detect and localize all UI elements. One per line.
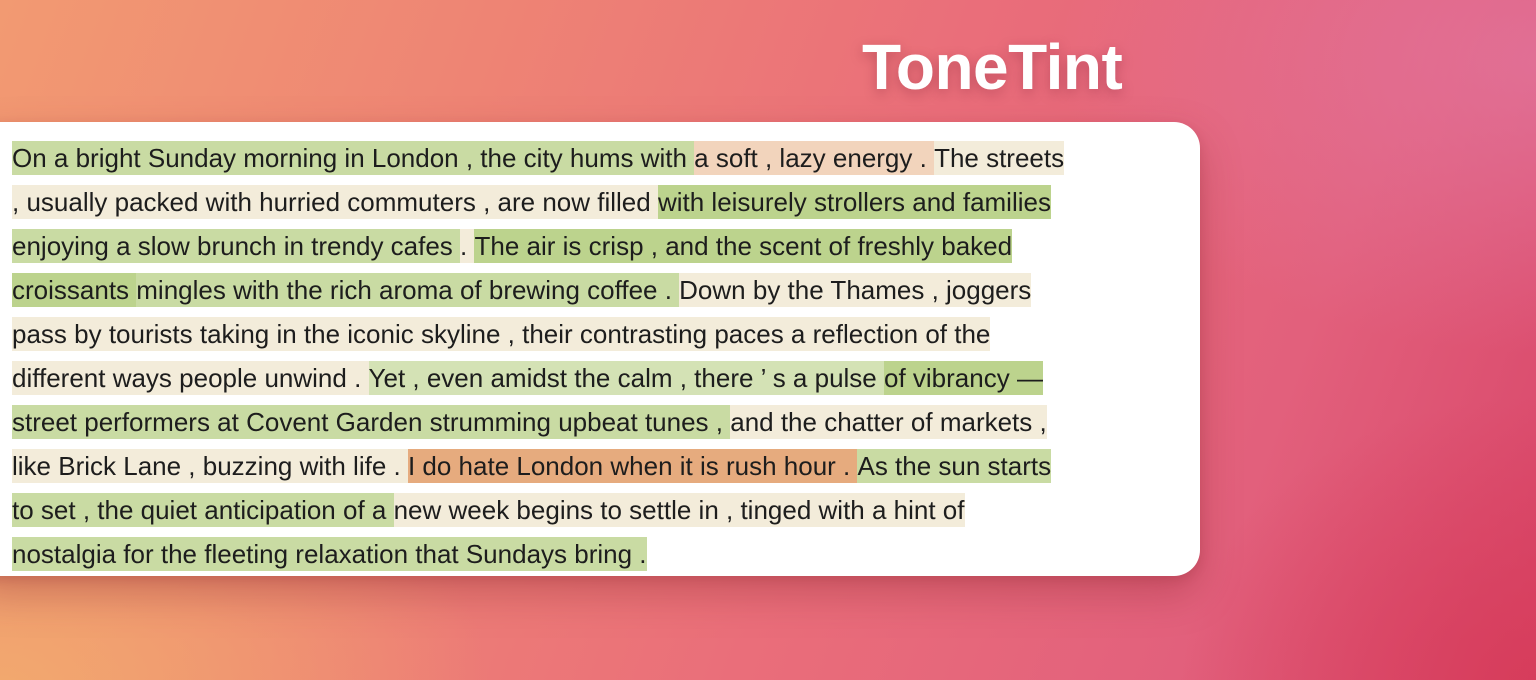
- text-line: to set , the quiet anticipation of a new…: [12, 486, 1200, 530]
- tone-highlight-pos2[interactable]: of vibrancy —: [884, 361, 1043, 396]
- analyzed-text-card[interactable]: On a bright Sunday morning in London , t…: [0, 122, 1200, 576]
- text-line: street performers at Covent Garden strum…: [12, 398, 1200, 442]
- tone-highlight-neutral[interactable]: , usually packed with hurried commuters …: [12, 185, 658, 220]
- tone-highlight-neutral[interactable]: and the chatter of markets ,: [730, 405, 1047, 440]
- tone-highlight-neutral[interactable]: The streets: [934, 141, 1065, 176]
- tone-highlight-neg2[interactable]: I do hate London when it is rush hour .: [407, 449, 858, 484]
- tone-highlight-pos1[interactable]: As the sun starts: [857, 449, 1052, 484]
- tone-highlight-neg1[interactable]: a soft , lazy energy .: [694, 141, 935, 176]
- app-title: ToneTint: [862, 31, 1123, 103]
- tone-highlight-pos1[interactable]: to set , the quiet anticipation of a: [12, 493, 394, 528]
- tone-highlight-pos1[interactable]: nostalgia for the fleeting relaxation th…: [12, 537, 647, 572]
- tone-highlight-pos1[interactable]: mingles with the rich aroma of brewing c…: [136, 273, 680, 308]
- tone-highlight-pos3[interactable]: Yet , even amidst the calm , there ’ s a…: [368, 361, 884, 396]
- tone-highlight-neutral[interactable]: .: [460, 229, 475, 264]
- tone-highlight-pos1[interactable]: enjoying a slow brunch in trendy cafes: [12, 229, 461, 264]
- tone-highlight-pos2[interactable]: croissants: [12, 273, 137, 308]
- tone-highlight-neutral[interactable]: Down by the Thames , joggers: [679, 273, 1032, 308]
- text-line: croissants mingles with the rich aroma o…: [12, 266, 1200, 310]
- text-line: On a bright Sunday morning in London , t…: [12, 134, 1200, 178]
- tone-highlight-pos1[interactable]: On a bright Sunday morning in London , t…: [12, 141, 695, 176]
- tone-highlight-neutral[interactable]: new week begins to settle in , tinged wi…: [393, 493, 965, 528]
- text-line: , usually packed with hurried commuters …: [12, 178, 1200, 222]
- tone-highlight-pos2[interactable]: The air is crisp , and the scent of fres…: [474, 229, 1013, 264]
- text-line: nostalgia for the fleeting relaxation th…: [12, 530, 1200, 574]
- text-line: different ways people unwind . Yet , eve…: [12, 354, 1200, 398]
- tone-highlight-neutral[interactable]: different ways people unwind .: [12, 361, 369, 396]
- tone-highlight-pos2[interactable]: with leisurely strollers and families: [657, 185, 1051, 220]
- text-line: enjoying a slow brunch in trendy cafes .…: [12, 222, 1200, 266]
- tone-highlight-neutral[interactable]: like Brick Lane , buzzing with life .: [12, 449, 408, 484]
- tone-highlight-pos1[interactable]: street performers at Covent Garden strum…: [12, 405, 731, 440]
- tone-highlight-neutral[interactable]: pass by tourists taking in the iconic sk…: [12, 317, 991, 352]
- text-line: pass by tourists taking in the iconic sk…: [12, 310, 1200, 354]
- text-line: like Brick Lane , buzzing with life . I …: [12, 442, 1200, 486]
- highlighted-passage[interactable]: On a bright Sunday morning in London , t…: [12, 134, 1200, 574]
